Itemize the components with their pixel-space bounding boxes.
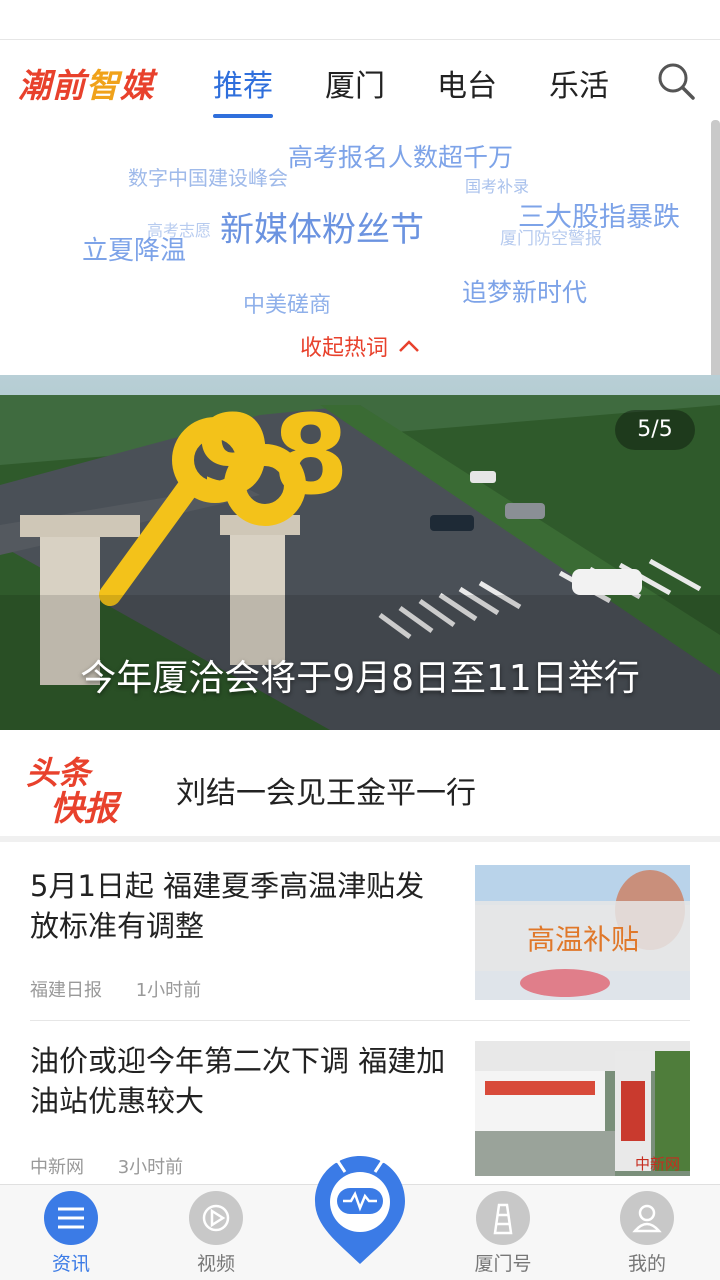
news-meta: 福建日报 1小时前 bbox=[30, 976, 229, 1002]
play-icon bbox=[189, 1191, 243, 1245]
nav-profile[interactable]: 我的 bbox=[597, 1191, 697, 1276]
news-thumbnail[interactable]: 高温补贴 bbox=[475, 865, 690, 1000]
logo-text-2: 智 bbox=[86, 66, 120, 105]
tab-radio[interactable]: 电台 bbox=[437, 61, 497, 105]
nav-label: 视频 bbox=[196, 1253, 235, 1275]
headline-flash[interactable]: 头条 快报 刘结一会见王金平一行 bbox=[0, 730, 720, 842]
user-icon bbox=[620, 1191, 674, 1245]
hotword-item[interactable]: 数字中国建设峰会 bbox=[128, 162, 288, 191]
news-item[interactable]: 5月1日起 福建夏季高温津贴发放标准有调整 福建日报 1小时前 高温补贴 bbox=[0, 848, 720, 1020]
nav-xiamen-account[interactable]: 厦门号 bbox=[453, 1191, 553, 1276]
active-tab-indicator bbox=[213, 114, 273, 118]
nav-video[interactable]: 视频 bbox=[166, 1191, 266, 1276]
headline-flash-text[interactable]: 刘结一会见王金平一行 bbox=[176, 768, 476, 812]
svg-text:高温补贴: 高温补贴 bbox=[527, 923, 639, 956]
svg-text:头条: 头条 bbox=[26, 754, 94, 792]
news-title[interactable]: 油价或迎今年第二次下调 福建加油站优惠较大 bbox=[30, 1041, 450, 1121]
hotwords-cloud: 高考报名人数超千万 数字中国建设峰会 国考补录 高考志愿 新媒体粉丝节 三大股指… bbox=[0, 120, 720, 375]
status-bar bbox=[0, 0, 720, 40]
news-icon bbox=[44, 1191, 98, 1245]
search-icon[interactable] bbox=[656, 61, 696, 101]
hotword-item[interactable]: 中美磋商 bbox=[243, 287, 331, 319]
svg-text:中新网: 中新网 bbox=[635, 1155, 680, 1173]
nav-label: 资讯 bbox=[51, 1253, 90, 1275]
banner-counter: 5/5 bbox=[615, 410, 695, 450]
hotword-item[interactable]: 追梦新时代 bbox=[462, 273, 587, 309]
hotword-item[interactable]: 新媒体粉丝节 bbox=[220, 202, 424, 251]
svg-text:快报: 快报 bbox=[50, 789, 123, 824]
app-logo: 潮前智媒 bbox=[18, 59, 154, 107]
tab-xiamen[interactable]: 厦门 bbox=[325, 61, 385, 105]
news-source: 福建日报 bbox=[30, 980, 102, 1001]
collapse-label: 收起热词 bbox=[300, 336, 389, 361]
nav-label: 厦门号 bbox=[474, 1253, 532, 1275]
robot-icon[interactable] bbox=[313, 1154, 407, 1266]
news-thumbnail[interactable]: 中新网 bbox=[475, 1041, 690, 1176]
logo-text-3: 媒 bbox=[120, 66, 154, 105]
logo-text-1: 潮前 bbox=[18, 66, 86, 105]
news-time: 1小时前 bbox=[135, 980, 202, 1001]
hotword-item[interactable]: 高考报名人数超千万 bbox=[288, 138, 513, 174]
tab-lifestyle[interactable]: 乐活 bbox=[549, 61, 609, 105]
hotword-item[interactable]: 厦门防空警报 bbox=[500, 224, 602, 249]
tab-recommend[interactable]: 推荐 bbox=[213, 61, 273, 105]
banner-carousel[interactable]: 98 5/5 今年厦洽会将于9月8日至11日举行 bbox=[0, 375, 720, 730]
hotword-item[interactable]: 国考补录 bbox=[465, 173, 529, 197]
hotword-item[interactable]: 立夏降温 bbox=[82, 230, 186, 267]
news-source: 中新网 bbox=[30, 1157, 84, 1178]
headline-flash-logo: 头条 快报 bbox=[26, 754, 123, 824]
news-meta: 中新网 3小时前 bbox=[30, 1153, 211, 1179]
collapse-hotwords-button[interactable]: 收起热词 bbox=[300, 330, 420, 362]
chevron-up-icon bbox=[399, 340, 419, 352]
news-title[interactable]: 5月1日起 福建夏季高温津贴发放标准有调整 bbox=[30, 866, 450, 946]
sculpture-text: 98 bbox=[196, 391, 349, 519]
nav-label: 我的 bbox=[627, 1253, 666, 1275]
nav-news[interactable]: 资讯 bbox=[21, 1191, 121, 1276]
news-time: 3小时前 bbox=[117, 1157, 184, 1178]
lighthouse-icon bbox=[476, 1191, 530, 1245]
top-nav: 潮前智媒 推荐 厦门 电台 乐活 bbox=[0, 41, 720, 119]
banner-caption[interactable]: 今年厦洽会将于9月8日至11日举行 bbox=[0, 649, 720, 701]
